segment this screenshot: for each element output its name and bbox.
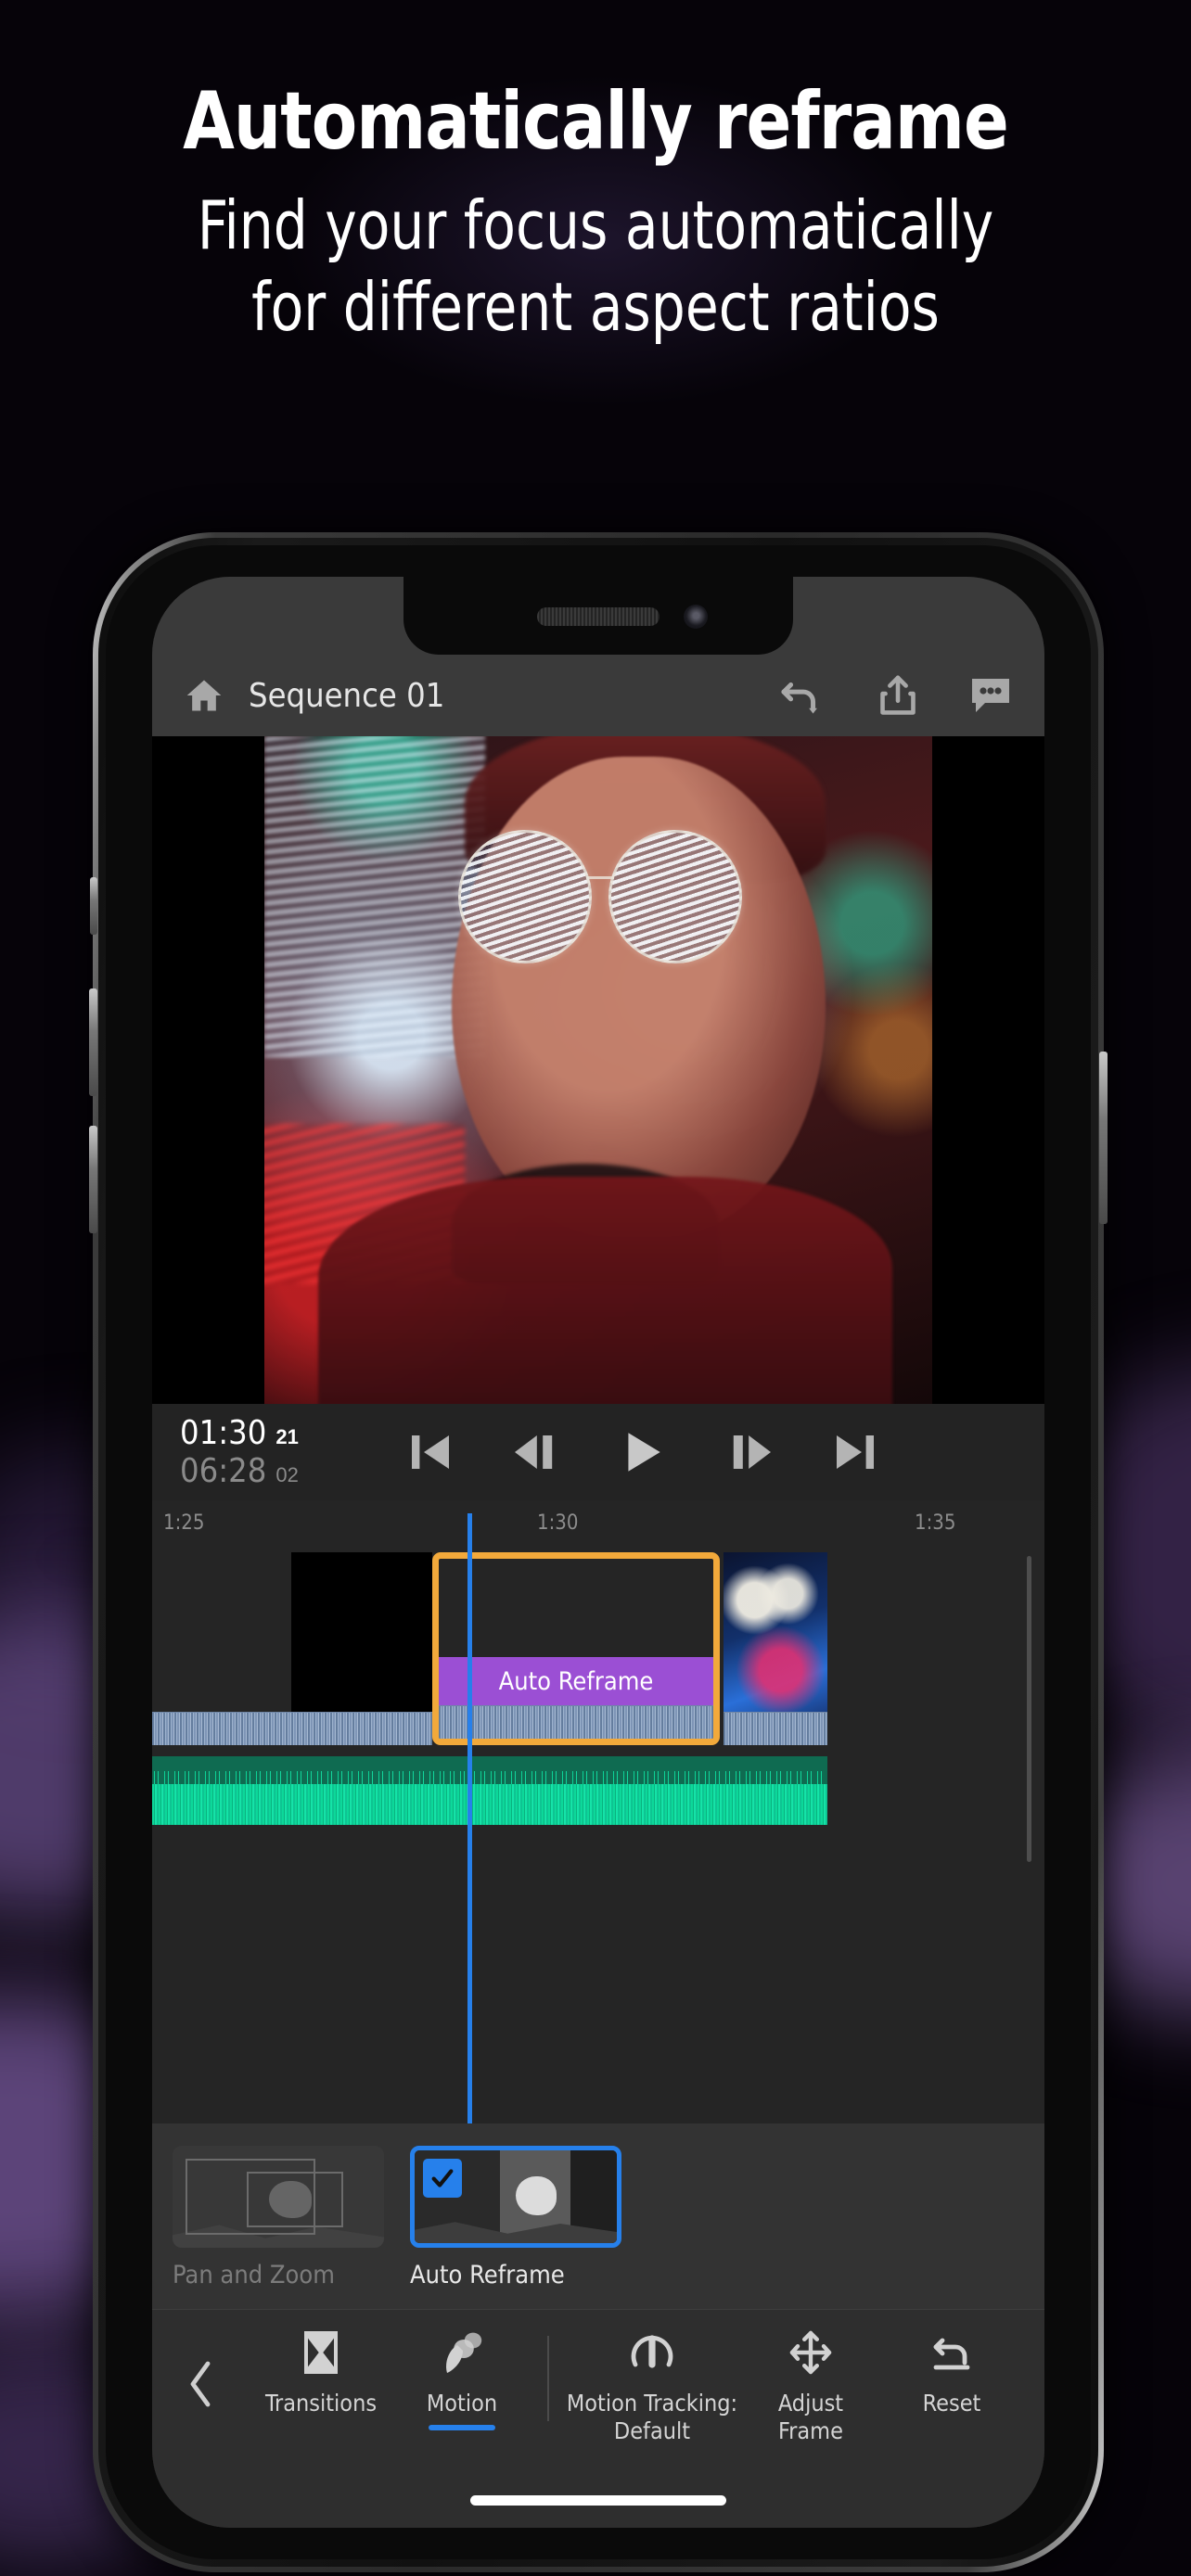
phone-notch xyxy=(403,577,793,655)
tab-label: Transitions xyxy=(264,2390,378,2417)
phone-device: Sequence 01 01:30 21 06:28 02 1:25 1:30 … xyxy=(89,532,1108,2572)
tool-label: Reset xyxy=(922,2390,981,2417)
promo-subtitle-line-2: for different aspect ratios xyxy=(251,267,940,346)
clip-auto-reframe[interactable]: Auto Reframe xyxy=(432,1552,720,1745)
effect-thumbnail xyxy=(410,2146,621,2248)
tab-transitions[interactable]: Transitions xyxy=(250,2327,391,2417)
current-frames-value: 21 xyxy=(275,1425,299,1448)
home-indicator[interactable] xyxy=(470,2494,726,2506)
preview-subject-face xyxy=(451,756,826,1237)
effect-label: Auto Reframe xyxy=(410,2261,565,2289)
back-button[interactable] xyxy=(152,2327,250,2410)
skip-to-end-button[interactable] xyxy=(831,1428,879,1476)
active-tab-indicator xyxy=(429,2425,495,2430)
effect-pan-and-zoom[interactable]: Pan and Zoom xyxy=(173,2146,384,2289)
tool-label-line-1: Adjust xyxy=(777,2390,844,2417)
home-icon[interactable] xyxy=(184,675,224,716)
bottom-toolbar: Transitions Motion Motion Tracking: Defa… xyxy=(152,2309,1044,2472)
pan-zoom-inner-rect xyxy=(247,2172,343,2227)
undo-dropdown-icon[interactable] xyxy=(779,674,827,717)
transport-bar: 01:30 21 06:28 02 xyxy=(152,1404,1044,1500)
audio-track[interactable] xyxy=(152,1756,827,1825)
promo-subtitle-line-1: Find your focus automatically xyxy=(197,185,994,264)
clip-thumbnail xyxy=(291,1552,432,1712)
audio-waveform xyxy=(152,1784,827,1825)
duration-frames-value: 02 xyxy=(275,1463,299,1486)
app-top-bar: Sequence 01 xyxy=(152,655,1044,736)
step-forward-button[interactable] xyxy=(725,1428,774,1476)
tool-label-line-2: Frame xyxy=(778,2417,843,2444)
tool-label-line-1: Motion Tracking: xyxy=(566,2390,738,2417)
clip-effect-label: Auto Reframe xyxy=(439,1657,713,1705)
video-preview-area[interactable] xyxy=(152,736,1044,1404)
power-button[interactable] xyxy=(1099,1052,1108,1224)
phone-screen: Sequence 01 01:30 21 06:28 02 1:25 1:30 … xyxy=(152,577,1044,2528)
motion-tracking-gauge-icon xyxy=(628,2327,676,2378)
preview-glasses-right xyxy=(608,829,742,963)
effect-auto-reframe[interactable]: Auto Reframe xyxy=(410,2146,621,2289)
effects-panel: Pan and Zoom Auto Reframe xyxy=(152,2123,1044,2309)
promo-title: Automatically reframe xyxy=(183,75,1009,168)
step-back-button[interactable] xyxy=(512,1428,560,1476)
duration-time-value: 06:28 xyxy=(180,1452,267,1490)
auto-reframe-subject-blob xyxy=(516,2176,557,2215)
video-preview-frame[interactable] xyxy=(264,736,932,1404)
volume-down-button[interactable] xyxy=(89,1126,97,1233)
front-camera xyxy=(684,605,708,629)
current-time-value: 01:30 xyxy=(180,1414,267,1452)
tool-motion-tracking[interactable]: Motion Tracking: Default xyxy=(564,2327,740,2445)
home-indicator-area xyxy=(152,2472,1044,2528)
skip-to-start-button[interactable] xyxy=(406,1428,455,1476)
clip-thumbnail xyxy=(724,1552,827,1712)
app-root: Sequence 01 01:30 21 06:28 02 1:25 1:30 … xyxy=(152,577,1044,2528)
timeline-scrollbar[interactable] xyxy=(1027,1556,1031,1862)
share-export-icon[interactable] xyxy=(877,674,918,717)
comments-icon[interactable] xyxy=(968,675,1013,716)
ruler-tick: 1:30 xyxy=(537,1511,579,1535)
timeline-panel[interactable]: 1:25 1:30 1:35 Auto Reframe xyxy=(152,1500,1044,2123)
preview-glasses-bridge xyxy=(586,876,615,880)
transitions-icon xyxy=(299,2327,343,2378)
volume-up-button[interactable] xyxy=(89,988,97,1096)
clip-audio-strip xyxy=(724,1712,827,1745)
ruler-tick: 1:25 xyxy=(163,1511,205,1535)
reset-undo-icon xyxy=(929,2327,974,2378)
clip-audio-strip xyxy=(439,1705,713,1739)
preview-subject-jacket xyxy=(317,1177,892,1404)
clip-black[interactable] xyxy=(291,1552,432,1745)
motion-icon xyxy=(439,2327,485,2378)
effect-label: Pan and Zoom xyxy=(173,2261,335,2289)
tool-reset[interactable]: Reset xyxy=(881,2327,1022,2417)
play-button[interactable] xyxy=(618,1427,668,1477)
earpiece-speaker xyxy=(537,607,660,626)
tool-label-line-2: Default xyxy=(613,2417,691,2444)
tool-adjust-frame[interactable]: Adjust Frame xyxy=(740,2327,881,2445)
preview-glasses-left xyxy=(457,829,592,963)
effect-thumbnail xyxy=(173,2146,384,2248)
current-timecode: 01:30 21 xyxy=(180,1414,358,1452)
toolbar-divider xyxy=(547,2336,549,2421)
clip-city-skyline[interactable] xyxy=(152,1552,291,1745)
clip-lanterns[interactable] xyxy=(724,1552,827,1745)
sequence-title: Sequence 01 xyxy=(249,676,445,715)
video-track[interactable]: Auto Reframe xyxy=(152,1552,1044,1745)
playhead[interactable] xyxy=(467,1513,472,2123)
timecode-block[interactable]: 01:30 21 06:28 02 xyxy=(167,1414,358,1490)
ruler-tick: 1:35 xyxy=(915,1511,956,1535)
timeline-ruler[interactable]: 1:25 1:30 1:35 xyxy=(152,1500,1044,1552)
transport-buttons xyxy=(358,1427,1030,1477)
mute-switch[interactable] xyxy=(90,877,97,935)
tab-label: Motion xyxy=(426,2390,498,2417)
tab-motion[interactable]: Motion xyxy=(391,2327,532,2430)
move-arrows-icon xyxy=(788,2327,833,2378)
duration-timecode: 06:28 02 xyxy=(180,1452,358,1490)
effect-enabled-checkbox[interactable] xyxy=(423,2159,462,2198)
top-bar-actions xyxy=(779,674,1013,717)
clip-audio-strip xyxy=(291,1712,432,1745)
promo-header: Automatically reframe Find your focus au… xyxy=(0,0,1191,348)
clip-audio-strip xyxy=(152,1712,291,1745)
